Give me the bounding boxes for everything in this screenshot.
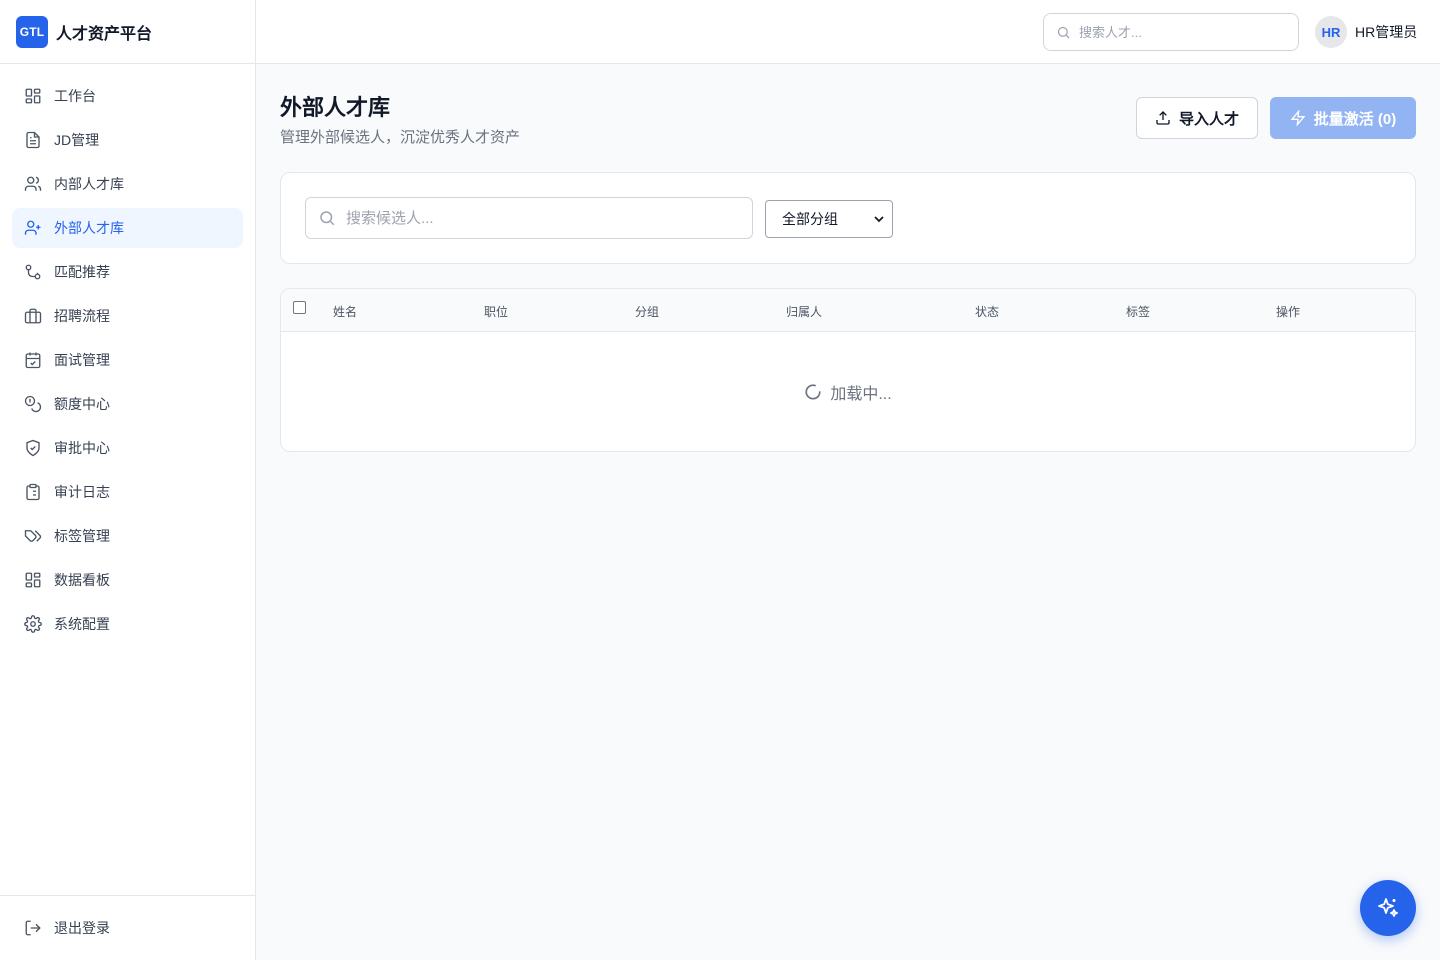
search-icon (318, 209, 336, 227)
global-search-input[interactable] (1079, 24, 1279, 40)
group-select-value: 全部分组 (782, 211, 838, 227)
coins-icon (24, 395, 42, 413)
document-icon (24, 131, 42, 149)
gear-icon (24, 615, 42, 633)
zap-icon (1290, 110, 1314, 126)
user-menu[interactable]: HR HR管理员 (1315, 16, 1417, 48)
group-select[interactable]: 全部分组 (765, 200, 893, 238)
page-subtitle: 管理外部候选人，沉淀优秀人才资产 (280, 129, 521, 146)
sidebar-item-label: 审批中心 (54, 440, 110, 456)
chevron-down-icon (874, 214, 884, 224)
sidebar-item-match[interactable]: 匹配推荐 (12, 252, 243, 292)
sidebar-item-interview[interactable]: 面试管理 (12, 340, 243, 380)
tags-icon (24, 527, 42, 545)
sidebar-footer: 退出登录 (0, 895, 255, 960)
table-header: 姓名 职位 分组 归属人 状态 标签 操作 (281, 289, 1415, 332)
talent-table: 姓名 职位 分组 归属人 状态 标签 操作 加载中... (280, 288, 1416, 452)
brand-logo: GTL (16, 15, 48, 48)
sidebar: GTL 人才资产平台 工作台 JD管理 内部人才库 外部人才库 匹配推荐 招聘流… (0, 0, 256, 960)
column-header-tags: 标签 (1126, 305, 1151, 319)
column-header-name: 姓名 (333, 305, 358, 319)
filter-card: 全部分组 (280, 172, 1416, 264)
logout-button[interactable]: 退出登录 (12, 908, 243, 948)
sidebar-item-internal-talent[interactable]: 内部人才库 (12, 164, 243, 204)
brand: GTL 人才资产平台 (0, 0, 255, 64)
sidebar-item-label: 额度中心 (54, 396, 110, 412)
sidebar-item-label: 招聘流程 (54, 308, 110, 324)
loading-text: 加载中... (830, 385, 892, 403)
spinner-icon (804, 383, 822, 401)
sidebar-item-label: 匹配推荐 (54, 264, 110, 280)
sidebar-item-tags[interactable]: 标签管理 (12, 516, 243, 556)
sidebar-item-external-talent[interactable]: 外部人才库 (12, 208, 243, 248)
loading-indicator: 加载中... (281, 332, 1415, 451)
briefcase-icon (24, 307, 42, 325)
calendar-check-icon (24, 351, 42, 369)
topbar: HR HR管理员 (256, 0, 1440, 64)
sidebar-item-dashboard[interactable]: 工作台 (12, 76, 243, 116)
search-icon (1056, 25, 1071, 40)
sidebar-item-label: 外部人才库 (54, 220, 124, 236)
candidate-search-input[interactable] (346, 209, 726, 227)
sidebar-item-label: 内部人才库 (54, 176, 124, 192)
sidebar-item-jd[interactable]: JD管理 (12, 120, 243, 160)
dashboard-icon (24, 87, 42, 105)
sidebar-item-audit-log[interactable]: 审计日志 (12, 472, 243, 512)
git-compare-icon (24, 263, 42, 281)
upload-icon (1155, 110, 1179, 126)
main-content: 外部人才库 管理外部候选人，沉淀优秀人才资产 导入人才 批量激活 (0) 全部分… (256, 64, 1440, 960)
logout-label: 退出登录 (54, 920, 110, 936)
sidebar-item-quota[interactable]: 额度中心 (12, 384, 243, 424)
sidebar-item-label: 工作台 (54, 88, 96, 104)
sparkles-icon (1376, 896, 1400, 920)
candidate-search[interactable] (305, 197, 753, 239)
sidebar-item-label: JD管理 (54, 132, 100, 148)
column-header-owner: 归属人 (786, 305, 823, 319)
clipboard-list-icon (24, 483, 42, 501)
shield-check-icon (24, 439, 42, 457)
select-all-checkbox[interactable] (293, 301, 306, 314)
page-title: 外部人才库 (280, 95, 391, 120)
user-name: HR管理员 (1355, 24, 1418, 40)
brand-name: 人才资产平台 (56, 25, 153, 43)
global-search[interactable] (1043, 13, 1299, 51)
sidebar-item-label: 面试管理 (54, 352, 110, 368)
user-plus-icon (24, 219, 42, 237)
sidebar-item-label: 数据看板 (54, 572, 110, 588)
logout-icon (24, 919, 42, 937)
batch-activate-label: 批量激活 (0) (1313, 110, 1397, 128)
sidebar-nav: 工作台 JD管理 内部人才库 外部人才库 匹配推荐 招聘流程 面试管理 额度中心… (0, 64, 255, 660)
ai-assistant-button[interactable] (1360, 880, 1416, 936)
sidebar-item-label: 审计日志 (54, 484, 110, 500)
sidebar-item-approval[interactable]: 审批中心 (12, 428, 243, 468)
sidebar-item-label: 系统配置 (54, 616, 110, 632)
import-talent-button[interactable]: 导入人才 (1136, 97, 1258, 139)
users-icon (24, 175, 42, 193)
batch-activate-button[interactable]: 批量激活 (0) (1270, 97, 1416, 139)
column-header-group: 分组 (635, 305, 660, 319)
column-header-actions: 操作 (1276, 305, 1301, 319)
grid-icon (24, 571, 42, 589)
column-header-status: 状态 (975, 305, 1000, 319)
sidebar-item-recruiting[interactable]: 招聘流程 (12, 296, 243, 336)
sidebar-item-label: 标签管理 (54, 528, 110, 544)
sidebar-item-settings[interactable]: 系统配置 (12, 604, 243, 644)
sidebar-item-data-board[interactable]: 数据看板 (12, 560, 243, 600)
import-talent-label: 导入人才 (1178, 110, 1239, 128)
column-header-position: 职位 (484, 305, 509, 319)
avatar: HR (1315, 16, 1347, 48)
